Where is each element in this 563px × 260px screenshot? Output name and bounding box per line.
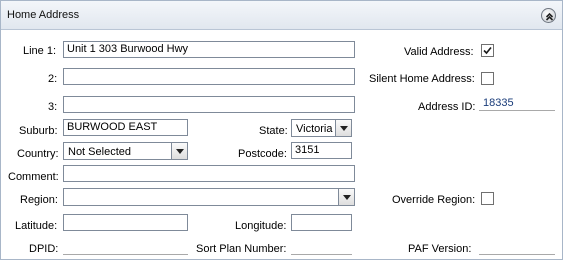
collapse-up-icon[interactable] (541, 8, 556, 23)
address-line3-input[interactable] (63, 96, 355, 113)
panel-header: Home Address (1, 1, 562, 30)
chevron-down-icon[interactable] (335, 120, 351, 136)
country-select[interactable]: Not Selected (63, 142, 188, 160)
line2-label: 2: (48, 73, 58, 85)
suburb-input[interactable]: BURWOOD EAST (63, 119, 188, 136)
address-line2-input[interactable] (63, 68, 355, 85)
state-select[interactable]: Victoria (291, 119, 352, 137)
longitude-label: Longitude: (235, 220, 287, 232)
chevron-down-icon[interactable] (338, 189, 354, 205)
panel-title: Home Address (7, 9, 80, 21)
suburb-label: Suburb: (19, 125, 58, 137)
home-address-panel: Home Address Line 1: Unit 1 303 Burwood … (0, 0, 563, 260)
state-label: State: (259, 125, 288, 137)
override-region-label: Override Region: (392, 194, 476, 206)
postcode-label: Postcode: (238, 148, 287, 160)
longitude-input[interactable] (291, 214, 352, 231)
country-label: Country: (17, 148, 59, 160)
sort-plan-value-line (291, 254, 352, 255)
valid-address-label: Valid Address: (404, 46, 474, 58)
address-line1-input[interactable]: Unit 1 303 Burwood Hwy (63, 41, 355, 58)
override-region-checkbox[interactable] (481, 192, 494, 205)
comment-input[interactable] (63, 165, 355, 182)
paf-version-label: PAF Version: (408, 243, 472, 255)
latitude-label: Latitude: (15, 220, 58, 232)
valid-address-checkbox[interactable] (481, 44, 494, 57)
paf-version-value-line (479, 254, 555, 255)
region-select[interactable] (63, 188, 355, 206)
region-label: Region: (20, 194, 58, 206)
latitude-input[interactable] (63, 214, 188, 231)
dpid-value-line (63, 254, 188, 255)
line3-label: 3: (48, 101, 58, 113)
checkmark-icon (483, 46, 492, 55)
line1-label: Line 1: (23, 45, 57, 57)
postcode-input[interactable]: 3151 (291, 142, 352, 159)
dpid-label: DPID: (29, 243, 59, 255)
address-id-value: 18335 (479, 97, 555, 111)
address-id-label: Address ID: (418, 101, 476, 113)
sort-plan-label: Sort Plan Number: (196, 243, 287, 255)
comment-label: Comment: (8, 171, 59, 183)
country-value: Not Selected (68, 146, 131, 158)
chevron-down-icon[interactable] (171, 143, 187, 159)
silent-home-address-checkbox[interactable] (481, 72, 494, 85)
silent-home-address-label: Silent Home Address: (369, 73, 475, 85)
state-value: Victoria (296, 123, 333, 135)
